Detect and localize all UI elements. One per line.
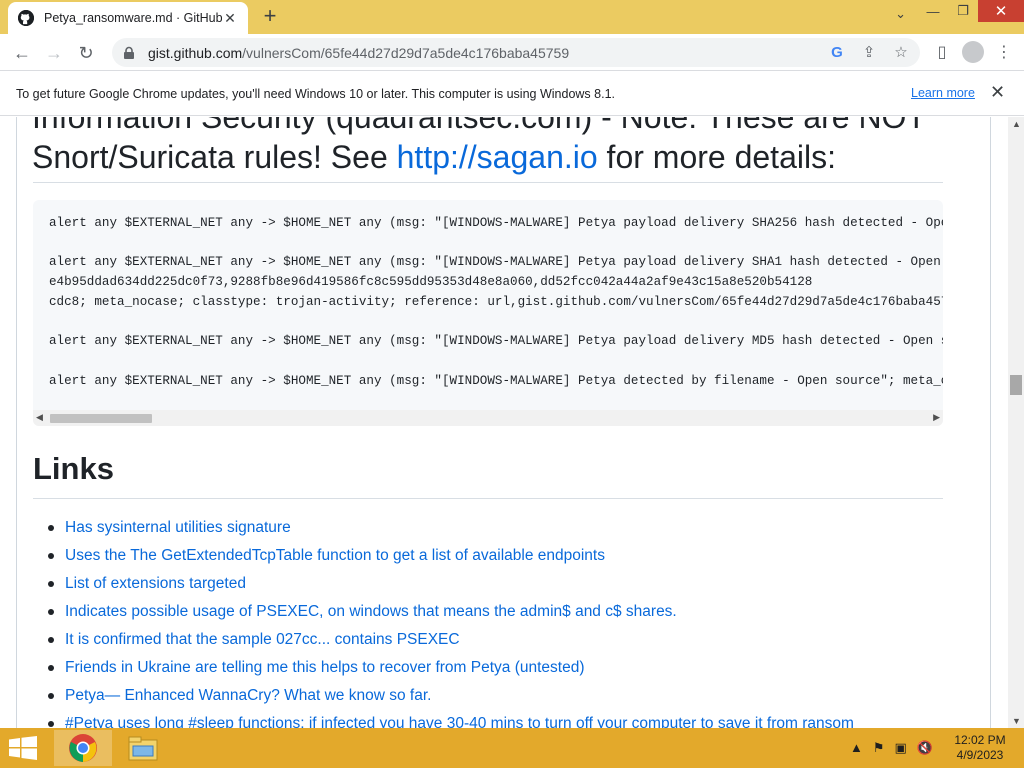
vertical-scroll-thumb[interactable]: [1010, 375, 1022, 395]
minimize-button[interactable]: —: [918, 0, 948, 22]
github-icon: [18, 10, 34, 26]
windows-start-icon[interactable]: [8, 736, 38, 760]
tab-strip: Petya_ransomware.md · GitHub ✕ + ⌄ — ❐ ✕: [0, 0, 1024, 34]
taskbar-chrome[interactable]: [54, 730, 112, 766]
side-panel-icon[interactable]: ▯: [930, 40, 954, 64]
url-host: gist.github.com: [148, 44, 243, 61]
link-sysinternal[interactable]: Has sysinternal utilities signature: [65, 519, 291, 536]
volume-muted-icon[interactable]: 🔇: [917, 740, 933, 756]
link-sleep-functions[interactable]: #Petya uses long #sleep functions: if in…: [65, 715, 854, 728]
url-path: /vulnersCom/65fe44d27d29d7a5de4c176baba4…: [242, 44, 570, 61]
code-line: alert any $EXTERNAL_NET any -> $HOME_NET…: [49, 334, 943, 348]
update-infobar: To get future Google Chrome updates, you…: [0, 72, 1024, 116]
list-item: Petya— Enhanced WannaCry? What we know s…: [48, 685, 854, 713]
share-icon[interactable]: ⇪: [860, 43, 878, 61]
code-line: alert any $EXTERNAL_NET any -> $HOME_NET…: [49, 216, 943, 230]
more-menu-icon[interactable]: ⋮: [992, 40, 1016, 64]
divider: [33, 498, 943, 499]
maximize-button[interactable]: ❐: [948, 0, 978, 22]
links-list: Has sysinternal utilities signature Uses…: [48, 517, 854, 728]
code-block: alert any $EXTERNAL_NET any -> $HOME_NET…: [33, 200, 943, 426]
browser-toolbar: ← → ↻ gist.github.com/vulnersCom/65fe44d…: [0, 34, 1024, 71]
scroll-up-icon[interactable]: ▲: [1012, 119, 1021, 129]
horizontal-scroll-thumb[interactable]: [50, 414, 152, 423]
new-tab-button[interactable]: +: [258, 5, 282, 27]
omnibox-actions: G ⇪ ☆: [828, 43, 910, 62]
network-icon[interactable]: ▣: [895, 740, 907, 756]
link-psexec-usage[interactable]: Indicates possible usage of PSEXEC, on w…: [65, 603, 677, 620]
code-horizontal-scrollbar[interactable]: ◀ ▶: [33, 410, 943, 426]
page-vertical-scrollbar[interactable]: ▲ ▼: [1008, 117, 1024, 728]
list-item: It is confirmed that the sample 027cc...…: [48, 629, 854, 657]
forward-arrow-icon[interactable]: →: [41, 40, 67, 66]
list-item: Has sysinternal utilities signature: [48, 517, 854, 545]
google-lens-icon[interactable]: G: [828, 44, 846, 61]
address-bar[interactable]: gist.github.com/vulnersCom/65fe44d27d29d…: [112, 38, 920, 67]
tab-close-icon[interactable]: ✕: [222, 10, 238, 27]
code-line: alert any $EXTERNAL_NET any -> $HOME_NET…: [49, 255, 943, 269]
chrome-icon: [69, 734, 97, 762]
windows-taskbar: ▲ ⚑ ▣ 🔇 12:02 PM 4/9/2023: [0, 728, 1024, 768]
link-ukraine-recover[interactable]: Friends in Ukraine are telling me this h…: [65, 659, 584, 676]
tab-title: Petya_ransomware.md · GitHub: [44, 11, 222, 25]
list-item: #Petya uses long #sleep functions: if in…: [48, 713, 854, 728]
clock-time: 12:02 PM: [954, 733, 1006, 747]
sagan-link[interactable]: http://sagan.io: [397, 139, 598, 175]
heading-text-pre: Snort/Suricata rules! See: [32, 139, 397, 175]
code-line: alert any $EXTERNAL_NET any -> $HOME_NET…: [49, 374, 943, 388]
show-hidden-icons-icon[interactable]: ▲: [850, 740, 863, 756]
heading-line-1: Information Security (quadrantsec.com) -…: [32, 117, 926, 135]
link-psexec-confirmed[interactable]: It is confirmed that the sample 027cc...…: [65, 631, 460, 648]
bookmark-star-icon[interactable]: ☆: [892, 43, 910, 61]
taskbar-file-explorer[interactable]: [114, 730, 172, 766]
reload-icon[interactable]: ↻: [73, 40, 99, 66]
links-heading: Links: [33, 451, 114, 486]
lock-icon: [124, 46, 134, 59]
back-arrow-icon[interactable]: ←: [9, 40, 35, 66]
tab-search-icon[interactable]: ⌄: [895, 6, 906, 22]
url-text: gist.github.com/vulnersCom/65fe44d27d29d…: [148, 45, 569, 61]
list-item: Indicates possible usage of PSEXEC, on w…: [48, 601, 854, 629]
divider: [33, 182, 943, 183]
list-item: List of extensions targeted: [48, 573, 854, 601]
scroll-down-icon[interactable]: ▼: [1012, 716, 1021, 726]
file-explorer-icon: [128, 736, 158, 761]
profile-avatar[interactable]: [962, 41, 984, 63]
learn-more-link[interactable]: Learn more: [911, 86, 975, 100]
infobar-message: To get future Google Chrome updates, you…: [16, 86, 615, 101]
action-center-flag-icon[interactable]: ⚑: [873, 740, 885, 756]
toolbar-actions: ▯ ⋮: [930, 40, 1016, 64]
scroll-right-icon[interactable]: ▶: [933, 412, 940, 423]
heading-text-post: for more details:: [597, 139, 836, 175]
section-heading: Information Security (quadrantsec.com) -…: [32, 117, 942, 177]
list-item: Friends in Ukraine are telling me this h…: [48, 657, 854, 685]
tab-petya-gist[interactable]: Petya_ransomware.md · GitHub ✕: [8, 2, 248, 34]
page-viewport: Information Security (quadrantsec.com) -…: [0, 117, 1008, 728]
list-item: Uses the The GetExtendedTcpTable functio…: [48, 545, 854, 573]
heading-line-2: Snort/Suricata rules! See http://sagan.i…: [32, 137, 942, 177]
link-enhanced-wannacry[interactable]: Petya— Enhanced WannaCry? What we know s…: [65, 687, 431, 704]
scroll-left-icon[interactable]: ◀: [36, 412, 43, 423]
code-line: cdc8; meta_nocase; classtype: trojan-act…: [49, 295, 943, 309]
close-window-button[interactable]: ✕: [978, 0, 1024, 22]
code-line: e4b95ddad634dd225dc0f73,9288fb8e96d41958…: [49, 275, 813, 289]
link-gettcptable[interactable]: Uses the The GetExtendedTcpTable functio…: [65, 547, 605, 564]
window-controls: ⌄ — ❐ ✕: [895, 0, 1024, 24]
clock-date: 4/9/2023: [956, 748, 1004, 762]
system-tray: ▲ ⚑ ▣ 🔇: [850, 740, 933, 756]
infobar-close-icon[interactable]: ✕: [990, 82, 1005, 103]
system-clock[interactable]: 12:02 PM 4/9/2023: [950, 733, 1010, 763]
link-extensions[interactable]: List of extensions targeted: [65, 575, 246, 592]
